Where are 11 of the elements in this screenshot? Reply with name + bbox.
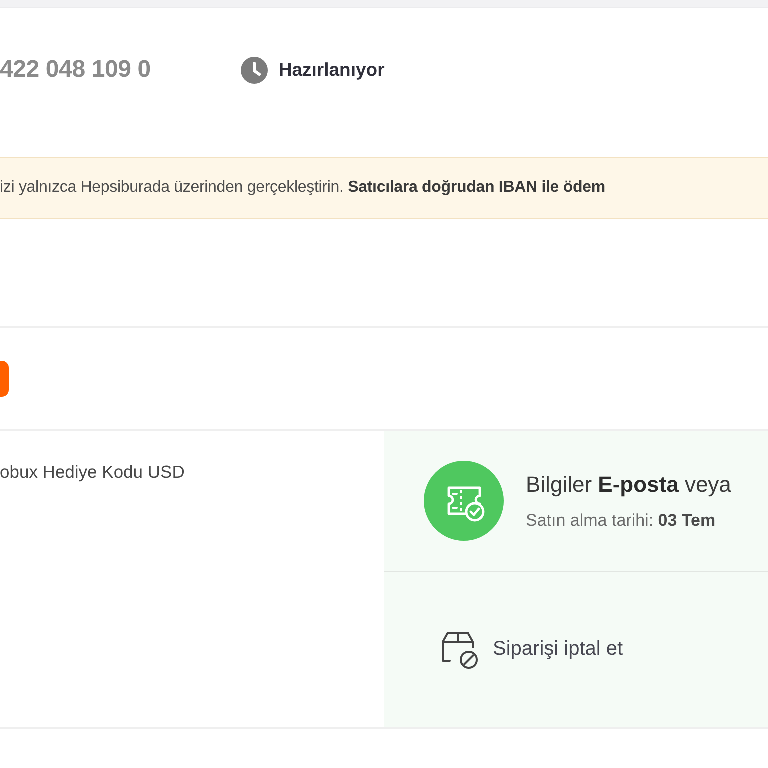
purchase-date: Satın alma tarihi: 03 Tem xyxy=(526,510,717,530)
order-status: Hazırlanıyor xyxy=(278,59,385,81)
clock-icon xyxy=(240,56,268,84)
box-prohibited-icon xyxy=(441,630,479,668)
product-name: obux Hediye Kodu USD xyxy=(0,462,185,482)
order-number: 422 048 109 0 xyxy=(0,56,151,84)
notice-text: izi yalnızca Hepsiburada üzerinden gerçekleştirin. Satıcılara doğrudan IBAN ile ödem xyxy=(0,179,606,197)
delivery-message: Bilgiler E-posta veya xyxy=(526,472,732,498)
action-button[interactable] xyxy=(0,360,9,396)
ticket-check-icon xyxy=(424,461,504,541)
cancel-order-button[interactable]: Siparişi iptal et xyxy=(441,630,624,668)
